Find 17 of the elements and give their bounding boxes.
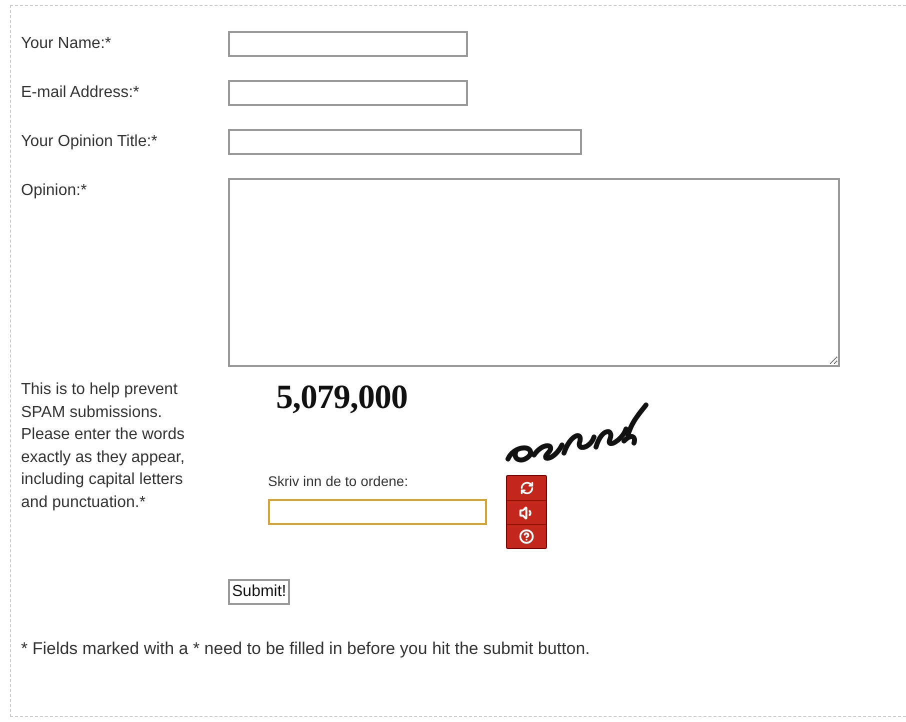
captcha-number: 5,079,000 [275,378,408,417]
refresh-icon [520,481,534,495]
help-text: This is to help prevent SPAM submissions. Please enter the words exactly as they appear, including capital letters and punctuation.* [21,380,186,512]
field-label: Your Name:* [21,34,112,54]
input-field[interactable] [228,129,582,155]
help-icon [519,529,534,544]
input-field[interactable] [228,31,468,57]
captcha-prompt: Skriv inn de to ordene: [268,473,410,489]
field-label: Opinion:* [21,181,88,201]
field-label: E-mail Address:* [21,83,140,103]
input-field[interactable] [228,80,468,106]
field-label: Your Opinion Title:* [21,132,158,152]
captcha-input-field[interactable] [268,499,487,525]
footnote-text: * Fields marked with a * need to be filled in before you hit the submit button. [21,639,591,659]
speaker-icon [518,504,534,520]
input-field[interactable] [228,178,840,367]
submit-button[interactable]: Submit! [228,579,290,605]
